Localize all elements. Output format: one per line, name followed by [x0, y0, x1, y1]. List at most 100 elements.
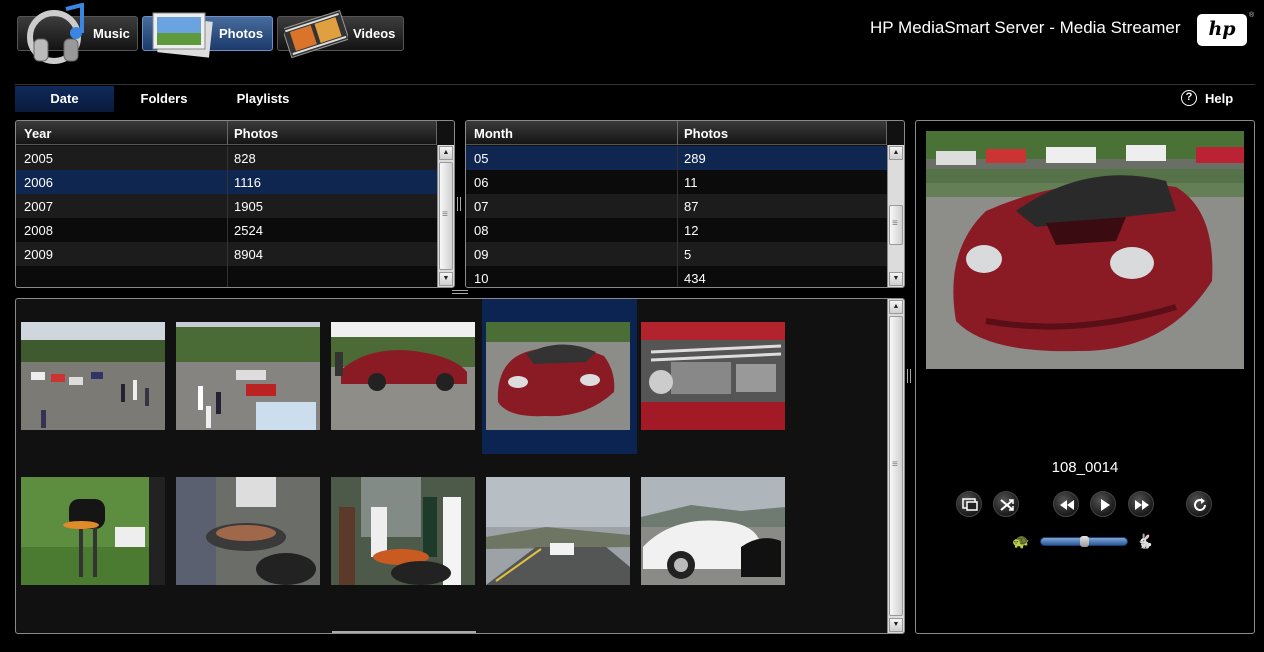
scroll-down-icon[interactable]: ▼: [439, 272, 453, 286]
display-icon: [962, 498, 978, 511]
rewind-icon: [1060, 500, 1074, 510]
month-grid-scrollbar[interactable]: ▲ ▼: [887, 145, 904, 287]
column-header-year[interactable]: Year: [24, 126, 51, 141]
photo-thumbnail[interactable]: [486, 477, 630, 585]
photos-count-cell: 434: [684, 271, 706, 286]
question-icon: ?: [1181, 89, 1197, 106]
scroll-down-icon[interactable]: ▼: [889, 618, 903, 632]
scroll-thumb[interactable]: [889, 205, 903, 245]
year-cell: 2009: [24, 247, 53, 262]
music-tab-button[interactable]: Music: [17, 3, 138, 64]
photos-tab-label: Photos: [219, 26, 264, 41]
speed-slider-knob[interactable]: [1080, 536, 1089, 547]
scroll-thumb[interactable]: [889, 316, 903, 616]
year-row[interactable]: 2009 8904: [16, 242, 437, 266]
year-cell: 2006: [24, 175, 53, 190]
photos-count-cell: 2524: [234, 223, 263, 238]
thumbnail-grid: ▲ ▼: [15, 298, 905, 634]
tab-date[interactable]: Date: [15, 86, 114, 112]
sub-navigation: Date Folders Playlists ? Help: [15, 86, 1255, 112]
photos-count-cell: 289: [684, 151, 706, 166]
shuffle-button[interactable]: [993, 491, 1019, 517]
month-cell: 10: [474, 271, 489, 286]
photo-viewer: 108_0014 🐢 🐇: [915, 120, 1255, 634]
rewind-button[interactable]: [1053, 491, 1079, 517]
column-header-month[interactable]: Month: [474, 126, 513, 141]
photos-count-cell: 828: [234, 151, 256, 166]
photos-count-cell: 8904: [234, 247, 263, 262]
photo-thumbnail[interactable]: [641, 322, 785, 430]
divider: [15, 84, 1255, 85]
photo-thumbnail[interactable]: [331, 322, 475, 430]
year-grid-header: Year Photos: [16, 121, 437, 145]
tab-playlists[interactable]: Playlists: [225, 86, 301, 112]
help-label: Help: [1205, 91, 1234, 106]
registered-mark: ®: [1249, 12, 1255, 19]
display-button[interactable]: [956, 491, 982, 517]
photo-thumbnail[interactable]: [176, 322, 320, 430]
viewer-splitter-handle[interactable]: [907, 369, 911, 383]
scroll-up-icon[interactable]: ▲: [889, 300, 903, 314]
slideshow-speed-slider[interactable]: [1040, 536, 1128, 547]
red-sports-car-side-image: [331, 322, 475, 430]
column-header-photos[interactable]: Photos: [684, 126, 728, 141]
engine-bay-image: [641, 322, 785, 430]
white-car-closeup-image: [641, 477, 785, 585]
red-sports-car-preview-image: [926, 131, 1244, 369]
photos-count-cell: 1116: [234, 175, 261, 190]
month-row[interactable]: 06 11: [466, 170, 887, 194]
thumbnail-grid-scrollbar[interactable]: ▲ ▼: [887, 299, 904, 633]
month-grid-header: Month Photos: [466, 121, 887, 145]
photo-thumbnail-selected[interactable]: [486, 322, 630, 430]
fast-forward-button[interactable]: [1128, 491, 1154, 517]
year-row-selected[interactable]: 2006 1116: [16, 170, 437, 194]
year-cell: 2005: [24, 151, 53, 166]
photo-thumbnail[interactable]: [176, 477, 320, 585]
photo-thumbnail[interactable]: [641, 477, 785, 585]
photo-name: 108_0014: [1051, 459, 1119, 476]
month-cell: 05: [474, 151, 489, 166]
videos-tab-button[interactable]: Videos: [277, 9, 404, 59]
scroll-thumb[interactable]: [439, 162, 453, 270]
photo-thumbnail[interactable]: [331, 477, 475, 585]
film-strip-icon: [284, 9, 348, 59]
month-row[interactable]: 07 87: [466, 194, 887, 218]
month-row-selected[interactable]: 05 289: [466, 146, 887, 170]
year-cell: 2007: [24, 199, 53, 214]
photo-thumbnail[interactable]: [21, 322, 165, 430]
bbq-grill-image: [21, 477, 165, 585]
help-button[interactable]: ? Help: [1181, 86, 1233, 112]
hp-logo: hp: [1197, 14, 1247, 46]
photo-preview[interactable]: [926, 131, 1244, 369]
photos-count-cell: 11: [684, 175, 698, 190]
fast-forward-icon: [1135, 500, 1149, 510]
column-header-photos[interactable]: Photos: [234, 126, 278, 141]
tab-folders[interactable]: Folders: [125, 86, 203, 112]
column-splitter-handle[interactable]: [457, 197, 461, 211]
parked-cars-crowd-image: [176, 322, 320, 430]
year-row[interactable]: 2007 1905: [16, 194, 437, 218]
scroll-up-icon[interactable]: ▲: [439, 146, 453, 160]
row-splitter-handle[interactable]: [452, 290, 468, 294]
year-row[interactable]: 2008 2524: [16, 218, 437, 242]
app-title: HP MediaSmart Server - Media Streamer: [870, 18, 1181, 37]
month-row[interactable]: 10 434: [466, 266, 887, 287]
rabbit-icon: 🐇: [1136, 533, 1154, 549]
videos-tab-label: Videos: [353, 26, 396, 41]
photos-tab-button[interactable]: Photos: [142, 12, 273, 58]
year-row[interactable]: 2005 828: [16, 146, 437, 170]
year-grid-scrollbar[interactable]: ▲ ▼: [437, 145, 454, 287]
scroll-down-icon[interactable]: ▼: [889, 272, 903, 286]
photos-icon: [152, 12, 213, 58]
month-cell: 09: [474, 247, 489, 262]
scroll-up-icon[interactable]: ▲: [889, 146, 903, 160]
month-row[interactable]: 08 12: [466, 218, 887, 242]
month-row[interactable]: 09 5: [466, 242, 887, 266]
year-cell: 2008: [24, 223, 53, 238]
top-bar: Music Photos Videos HP MediaSmart Server…: [0, 0, 1264, 84]
grill-smoke-crowd-image: [331, 477, 475, 585]
repeat-button[interactable]: [1186, 491, 1212, 517]
photo-thumbnail[interactable]: [21, 477, 165, 585]
play-button[interactable]: [1090, 491, 1116, 517]
highway-white-car-image: [486, 477, 630, 585]
